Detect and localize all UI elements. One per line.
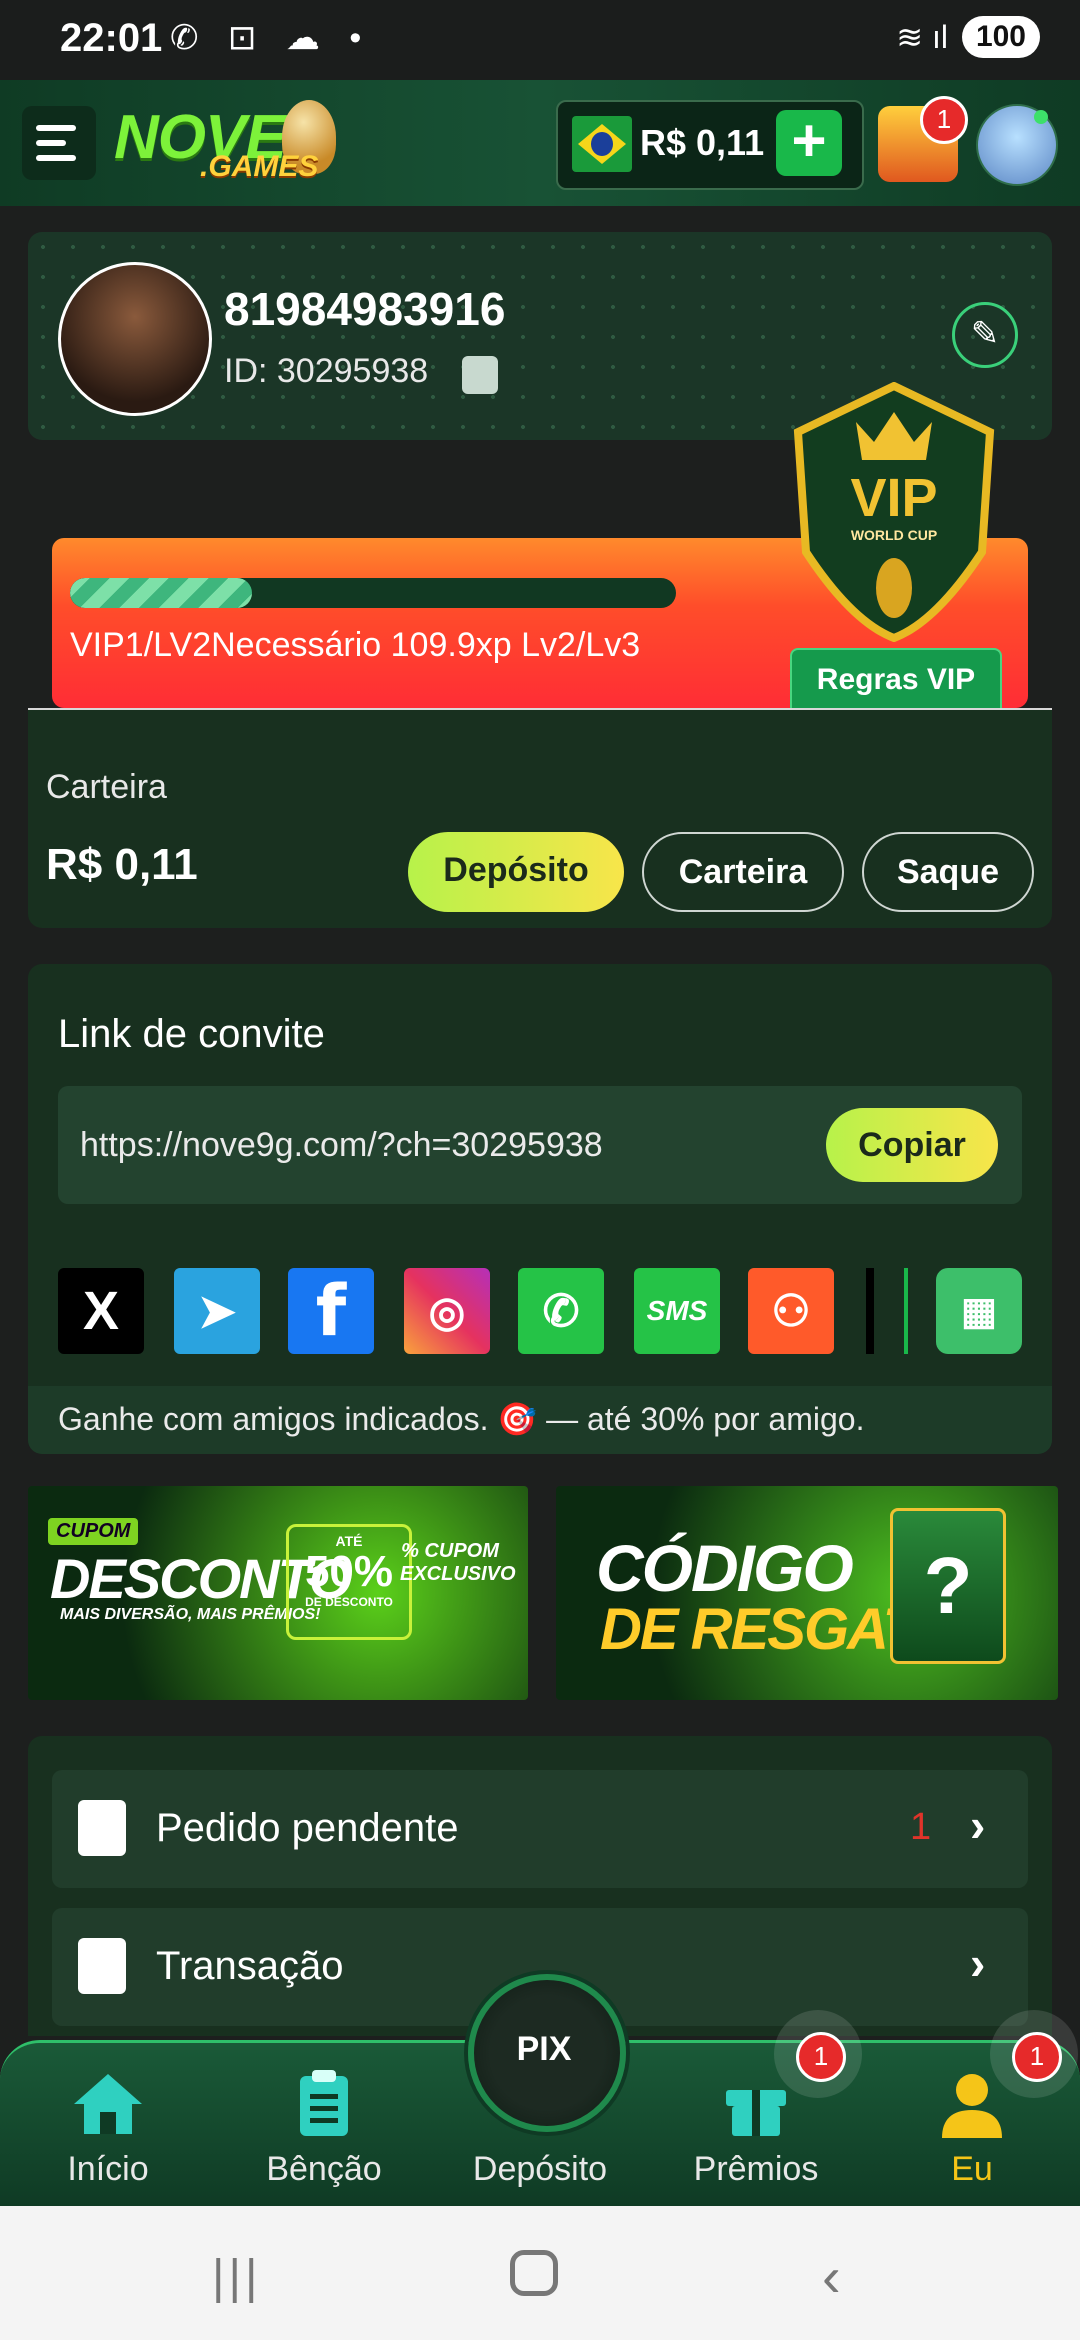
hamburger-menu-button[interactable] [22, 106, 96, 180]
banner-tag: CUPOM [48, 1518, 139, 1545]
banner-percent: 50% [304, 1547, 394, 1596]
instagram-share-icon[interactable]: ◎ [404, 1268, 490, 1354]
nav-label: Eu [951, 2150, 993, 2188]
vip-badge-sub: WORLD CUP [851, 527, 937, 543]
online-dot [1034, 110, 1048, 124]
wallet-button[interactable]: Carteira [642, 832, 844, 912]
nav-home[interactable]: Início [8, 2040, 208, 2206]
more-share-icon[interactable]: ▦ [936, 1268, 1022, 1354]
pix-icon: PIX [516, 2030, 572, 2068]
banner-coupon-label: % CUPOM EXCLUSIVO [400, 1540, 516, 1585]
whatsapp-share-icon[interactable]: ✆ [518, 1268, 604, 1354]
x-share-icon[interactable]: X [58, 1268, 144, 1354]
gift-box-icon: ? [890, 1508, 1006, 1664]
header-balance-amount: R$ 0,11 [640, 122, 765, 163]
vip-level-text: VIP1/LV2Necessário 109.9xp Lv2/Lv3 [70, 626, 641, 664]
vip-progress-fill [70, 578, 252, 608]
profile-avatar[interactable] [58, 262, 212, 416]
banner-percent-sub: DE DESCONTO [305, 1595, 393, 1609]
vip-rules-button[interactable]: Regras VIP [790, 648, 1002, 708]
prizes-notification-badge: 1 [796, 2032, 846, 2082]
profile-username: 81984983916 [224, 283, 506, 335]
menu-line-icon [36, 125, 76, 131]
vip-badge-title: VIP [850, 468, 937, 528]
wifi-signal-icon: ≋ ıl [896, 19, 948, 55]
telegram-share-icon[interactable]: ➤ [174, 1268, 260, 1354]
list-item-label: Pedido pendente [156, 1806, 459, 1850]
share-divider [904, 1268, 908, 1354]
home-system-icon[interactable] [510, 2250, 558, 2296]
copy-id-icon[interactable] [462, 356, 498, 394]
home-icon [74, 2074, 142, 2134]
me-notification-badge: 1 [1012, 2032, 1062, 2082]
status-notification-icons: ✆ ⊡ ☁ • [170, 19, 372, 57]
nav-label: Prêmios [693, 2150, 819, 2188]
chevron-right-icon: › [970, 1937, 986, 1989]
list-item-label: Transação [156, 1944, 344, 1988]
pending-orders-item[interactable]: Pedido pendente 1 › [52, 1770, 1028, 1888]
banner-subtitle: MAIS DIVERSÃO, MAIS PRÊMIOS! [60, 1606, 321, 1623]
kwai-share-icon[interactable]: ⚇ [748, 1268, 834, 1354]
banner-title: CÓDIGO [596, 1531, 854, 1605]
nav-label: Bênção [266, 2150, 382, 2188]
menu-line-icon [36, 140, 66, 146]
flag-circle [591, 132, 613, 156]
profile-id: ID: 30295938 [224, 352, 429, 390]
logo-subtext: .GAMES [200, 150, 319, 183]
wallet-icon [78, 1938, 126, 1994]
nav-label: Início [67, 2150, 149, 2188]
pending-orders-icon [78, 1800, 126, 1856]
wallet-label: Carteira [46, 768, 167, 806]
wallet-balance: R$ 0,11 [46, 840, 198, 889]
edit-profile-icon[interactable]: ✎ [952, 302, 1018, 368]
chest-notification-badge: 1 [920, 96, 968, 144]
recent-apps-icon[interactable]: ||| [212, 2250, 261, 2305]
pending-count: 1 [910, 1806, 932, 1848]
withdraw-button[interactable]: Saque [862, 832, 1034, 912]
invite-footer-text: Ganhe com amigos indicados. 🎯 — até 30% … [58, 1401, 865, 1437]
facebook-share-icon[interactable]: f [288, 1268, 374, 1354]
battery-indicator: 100 [961, 16, 1040, 58]
banner-percent-box: ATÉ 50% DE DESCONTO [286, 1524, 412, 1640]
back-icon[interactable]: ‹ [822, 2244, 841, 2309]
sms-share-icon[interactable]: SMS [634, 1268, 720, 1354]
deposit-button[interactable]: Depósito [408, 832, 624, 912]
copy-link-button[interactable]: Copiar [826, 1108, 998, 1182]
vip-shield-icon: VIP WORLD CUP [793, 382, 995, 642]
status-time: 22:01 [60, 16, 163, 60]
nav-bless[interactable]: Bênção [224, 2040, 424, 2206]
invite-title: Link de convite [58, 1012, 325, 1056]
menu-line-icon [36, 155, 76, 161]
add-funds-button[interactable]: + [776, 110, 842, 176]
chevron-right-icon: › [970, 1799, 986, 1851]
nav-label: Depósito [472, 2150, 608, 2188]
clipboard-icon [300, 2070, 348, 2136]
vip-progress-bar [70, 578, 676, 608]
share-divider [866, 1268, 874, 1354]
status-right: ≋ ıl 100 [896, 16, 1040, 58]
invite-link-text: https://nove9g.com/?ch=30295938 [80, 1126, 603, 1164]
